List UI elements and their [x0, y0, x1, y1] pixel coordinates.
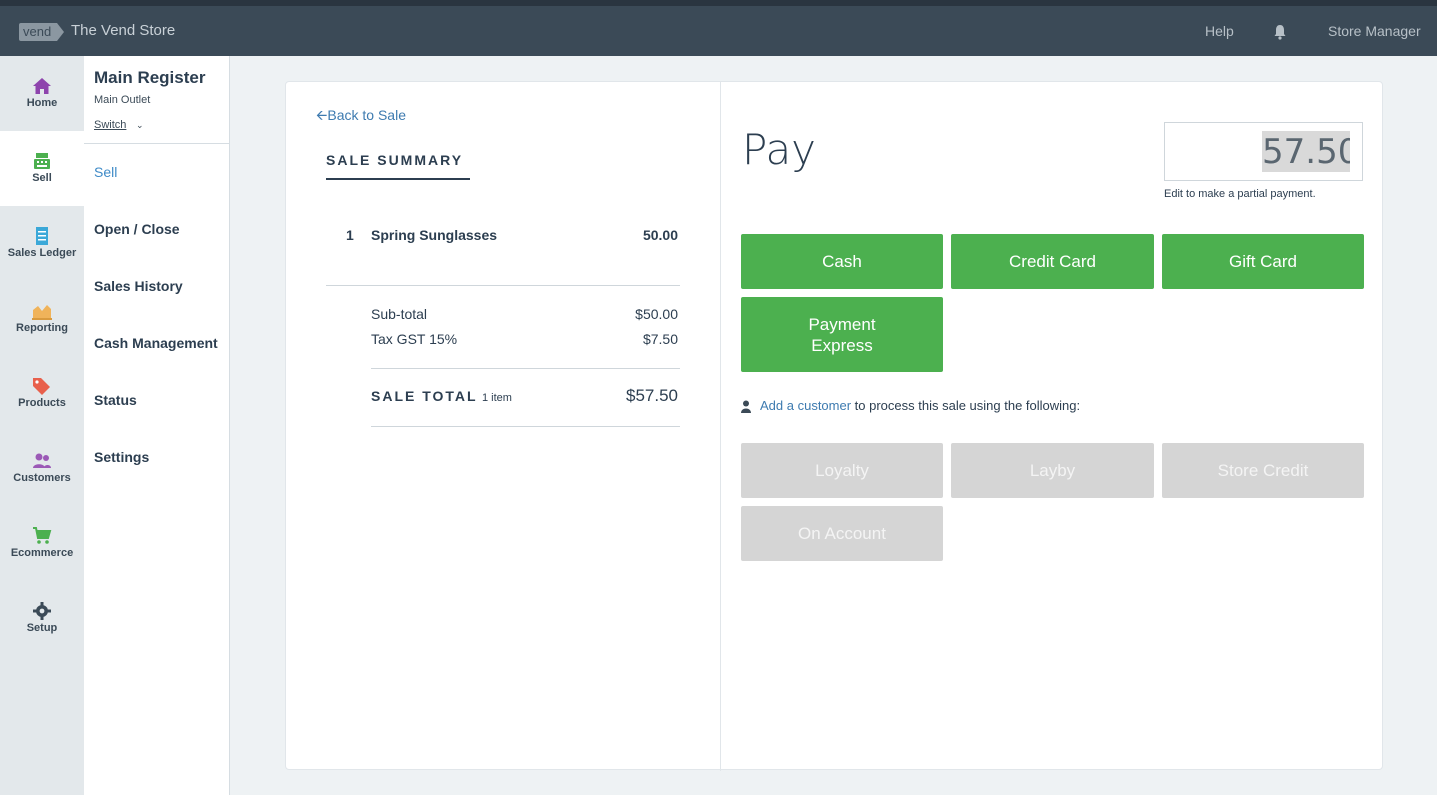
home-icon — [33, 78, 51, 94]
register-outlet: Main Outlet — [94, 94, 151, 106]
payment-amount-input[interactable] — [1262, 131, 1350, 172]
nav-item-reporting[interactable]: Reporting — [0, 281, 84, 356]
credit-card-button[interactable]: Credit Card — [951, 234, 1154, 289]
back-to-sale-label: Back to Sale — [327, 107, 406, 123]
loyalty-button[interactable]: Loyalty — [741, 443, 943, 498]
main-nav: Home Sell Sales Ledger Reporting Product… — [0, 56, 84, 795]
add-customer-link[interactable]: Add a customer — [760, 398, 851, 413]
divider — [326, 285, 680, 286]
submenu-divider — [84, 143, 230, 144]
submenu-settings[interactable]: Settings — [94, 449, 149, 465]
sale-total-value: $57.50 — [626, 386, 678, 405]
divider — [371, 368, 680, 369]
layby-button[interactable]: Layby — [951, 443, 1154, 498]
cash-button[interactable]: Cash — [741, 234, 943, 289]
line-item-price: 50.00 — [642, 227, 678, 243]
ledger-icon — [36, 227, 48, 245]
tags-icon — [33, 378, 50, 395]
store-credit-button[interactable]: Store Credit — [1162, 443, 1364, 498]
nav-label: Home — [26, 97, 58, 109]
nav-label: Customers — [13, 472, 71, 484]
submenu-status[interactable]: Status — [94, 392, 137, 408]
chevron-down-icon[interactable]: ⌄ — [136, 120, 144, 131]
tax-value: $7.50 — [642, 331, 678, 347]
partial-payment-hint: Edit to make a partial payment. — [1164, 188, 1316, 200]
nav-label: Sales Ledger — [7, 247, 77, 259]
submenu-sales-history[interactable]: Sales History — [94, 278, 183, 294]
arrow-left-icon: 🡨 — [316, 107, 328, 123]
add-customer-line: Add a customer to process this sale usin… — [760, 398, 1080, 413]
top-bar: vend The Vend Store Help Store Manager — [0, 0, 1437, 56]
add-customer-text: to process this sale using the following… — [851, 398, 1081, 413]
card-divider — [720, 82, 721, 771]
switch-register-link[interactable]: Switch — [94, 119, 126, 131]
nav-item-home[interactable]: Home — [0, 56, 84, 131]
nav-label: Reporting — [16, 322, 68, 334]
gift-card-button[interactable]: Gift Card — [1162, 234, 1364, 289]
submenu-sell[interactable]: Sell — [94, 164, 117, 180]
payment-express-label-1: Payment — [808, 314, 876, 334]
sale-total-label: SALE TOTAL — [371, 388, 478, 404]
nav-item-ecommerce[interactable]: Ecommerce — [0, 506, 84, 581]
gear-icon — [33, 602, 51, 620]
register-title: Main Register — [94, 68, 206, 87]
nav-item-setup[interactable]: Setup — [0, 581, 84, 656]
submenu-cash-management[interactable]: Cash Management — [94, 335, 218, 351]
nav-label: Sell — [32, 172, 52, 184]
payment-amount-box — [1164, 122, 1363, 181]
line-item-name: Spring Sunglasses — [371, 227, 498, 243]
bell-icon[interactable] — [1273, 24, 1287, 40]
submenu-open-close[interactable]: Open / Close — [94, 221, 180, 237]
users-icon — [33, 453, 51, 468]
register-icon — [34, 153, 50, 169]
payment-card: 🡨Back to Sale SALE SUMMARY 1 Spring Sung… — [285, 81, 1383, 771]
cart-icon — [33, 527, 52, 544]
nav-item-products[interactable]: Products — [0, 356, 84, 431]
sale-summary-title: SALE SUMMARY — [326, 152, 464, 168]
nav-item-sell[interactable]: Sell — [0, 131, 84, 206]
payment-express-button[interactable]: Payment Express — [741, 297, 943, 372]
store-name: The Vend Store — [71, 22, 176, 39]
nav-label: Products — [18, 397, 66, 409]
divider — [371, 426, 680, 427]
sale-total-items: 1 item — [482, 392, 512, 404]
line-item-qty: 1 — [346, 227, 354, 243]
back-to-sale-link[interactable]: 🡨Back to Sale — [316, 105, 406, 129]
on-account-button[interactable]: On Account — [741, 506, 943, 561]
subtotal-value: $50.00 — [635, 306, 678, 322]
vend-logo[interactable]: vend — [19, 23, 65, 41]
user-icon — [741, 400, 751, 413]
nav-label: Ecommerce — [10, 547, 74, 559]
nav-item-sales-ledger[interactable]: Sales Ledger — [0, 206, 84, 281]
register-submenu: Main Register Main Outlet Switch ⌄ Sell … — [84, 56, 230, 795]
subtotal-label: Sub-total — [371, 306, 428, 322]
tax-label: Tax GST 15% — [371, 331, 458, 347]
payment-express-label-2: Express — [811, 335, 873, 355]
pay-title: Pay — [742, 125, 817, 174]
chart-icon — [32, 305, 52, 320]
summary-underline — [326, 178, 470, 180]
user-menu[interactable]: Store Manager — [1328, 23, 1421, 39]
nav-label: Setup — [26, 622, 58, 634]
help-link[interactable]: Help — [1205, 23, 1234, 39]
nav-item-customers[interactable]: Customers — [0, 431, 84, 506]
